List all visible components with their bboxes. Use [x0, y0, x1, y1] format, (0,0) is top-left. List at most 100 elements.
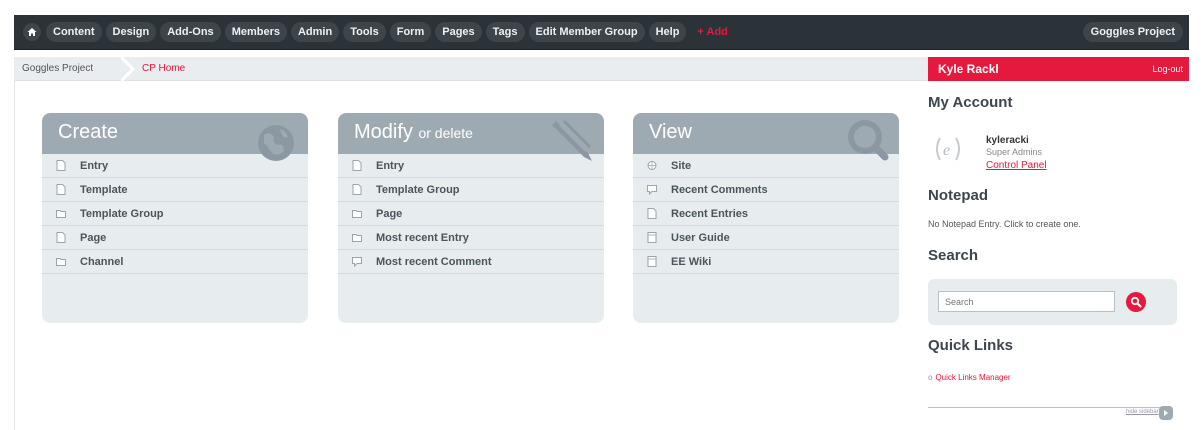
document-icon: [647, 208, 657, 219]
view-ee-wiki-label: EE Wiki: [671, 255, 712, 268]
nav-item-members[interactable]: Members: [224, 22, 287, 42]
modify-entry-label: Entry: [376, 159, 405, 172]
view-panel-header: View: [633, 113, 899, 161]
logout-link[interactable]: Log-out: [1152, 64, 1183, 74]
nav-item-design[interactable]: Design: [105, 22, 157, 42]
globe-icon: [258, 125, 294, 161]
content-left-border: [14, 81, 15, 430]
modify-template-group-item[interactable]: Template Group: [338, 178, 604, 202]
account-role: Super Admins: [986, 147, 1043, 157]
quick-links-item[interactable]: o Quick Links Manager: [928, 373, 1011, 382]
folder-icon: [352, 210, 362, 218]
search-icon: [1130, 296, 1142, 308]
modify-template-group-label: Template Group: [376, 183, 460, 196]
create-page-label: Page: [80, 231, 107, 244]
nav-item-help[interactable]: Help: [648, 22, 687, 42]
magnifier-icon: [848, 120, 889, 161]
create-template-group-label: Template Group: [80, 207, 164, 220]
document-icon: [56, 160, 66, 171]
modify-recent-entry-item[interactable]: Most recent Entry: [338, 226, 604, 250]
breadcrumb-current: CP Home: [142, 63, 186, 74]
document-icon: [352, 160, 362, 171]
globe-small-icon: [647, 161, 657, 170]
create-panel: Create Entry Template Template Group Pag…: [42, 113, 308, 323]
breadcrumb-home-link[interactable]: Goggles Project: [22, 63, 93, 74]
create-entry-label: Entry: [80, 159, 109, 172]
hide-sidebar-link[interactable]: hide sidebar: [1126, 409, 1159, 415]
user-name: Kyle Rackl: [938, 62, 999, 76]
notepad-entry[interactable]: No Notepad Entry. Click to create one.: [928, 219, 1081, 229]
create-panel-title: Create: [58, 121, 119, 143]
nav-item-add-ons[interactable]: Add-Ons: [160, 22, 221, 42]
search-button[interactable]: [1126, 292, 1146, 312]
breadcrumb-separator-icon: [121, 57, 135, 81]
modify-panel: Modify or delete Entry Template Group Pa…: [338, 113, 604, 323]
sidebar: Kyle Rackl Log-out My Account e kylerack…: [928, 57, 1189, 430]
create-page-item[interactable]: Page: [42, 226, 308, 250]
account-username: kyleracki: [986, 135, 1029, 146]
expressionengine-logo-icon: e: [936, 137, 960, 161]
document-icon: [56, 232, 66, 243]
home-button[interactable]: [23, 23, 41, 41]
top-navigation: Content Design Add-Ons Members Admin Too…: [14, 15, 1189, 50]
svg-text:e: e: [943, 142, 950, 159]
view-panel: View Site Recent Comments Recent Entries…: [633, 113, 899, 323]
hide-sidebar-button[interactable]: [1159, 406, 1173, 420]
nav-add-button[interactable]: + Add: [690, 22, 734, 42]
nav-item-form[interactable]: Form: [389, 22, 432, 42]
modify-panel-title-suffix: or delete: [418, 125, 473, 141]
modify-panel-title-main: Modify: [354, 121, 413, 143]
book-icon: [647, 256, 657, 267]
nav-item-tags[interactable]: Tags: [485, 22, 525, 42]
create-template-label: Template: [80, 183, 128, 196]
arrow-right-icon: [1164, 410, 1168, 416]
modify-page-item[interactable]: Page: [338, 202, 604, 226]
create-template-item[interactable]: Template: [42, 178, 308, 202]
view-recent-comments-item[interactable]: Recent Comments: [633, 178, 899, 202]
breadcrumb: Goggles Project CP Home: [14, 57, 928, 81]
folder-icon: [56, 210, 66, 218]
folder-icon: [352, 234, 362, 242]
create-panel-header: Create: [42, 113, 308, 161]
view-site-label: Site: [671, 159, 692, 172]
modify-panel-title: Modify or delete: [354, 121, 473, 144]
home-icon: [27, 28, 37, 36]
comment-icon: [647, 185, 657, 195]
view-user-guide-item[interactable]: User Guide: [633, 226, 899, 250]
nav-item-admin[interactable]: Admin: [290, 22, 340, 42]
nav-item-edit-member-group[interactable]: Edit Member Group: [528, 22, 645, 42]
comment-icon: [352, 257, 362, 267]
view-recent-entries-label: Recent Entries: [671, 207, 749, 220]
modify-panel-header: Modify or delete: [338, 113, 604, 161]
my-account-heading: My Account: [928, 94, 1013, 111]
nav-menu: Content Design Add-Ons Members Admin Too…: [46, 22, 735, 42]
document-icon: [352, 184, 362, 195]
create-channel-label: Channel: [80, 255, 124, 268]
quick-links-manager-link[interactable]: Quick Links Manager: [935, 373, 1010, 382]
document-icon: [56, 184, 66, 195]
modify-recent-entry-label: Most recent Entry: [376, 231, 469, 244]
search-input[interactable]: [938, 291, 1115, 312]
view-recent-entries-item[interactable]: Recent Entries: [633, 202, 899, 226]
user-bar: Kyle Rackl Log-out: [928, 57, 1189, 81]
view-panel-title: View: [649, 121, 692, 143]
nav-item-content[interactable]: Content: [46, 22, 102, 42]
create-template-group-item[interactable]: Template Group: [42, 202, 308, 226]
view-user-guide-label: User Guide: [671, 231, 730, 244]
search-box: [928, 279, 1177, 325]
modify-page-label: Page: [376, 207, 403, 220]
nav-item-tools[interactable]: Tools: [343, 22, 386, 42]
bullet-icon: o: [928, 373, 933, 382]
site-name-button[interactable]: Goggles Project: [1082, 22, 1183, 42]
create-channel-item[interactable]: Channel: [42, 250, 308, 274]
modify-recent-comment-item[interactable]: Most recent Comment: [338, 250, 604, 274]
view-ee-wiki-item[interactable]: EE Wiki: [633, 250, 899, 274]
sidebar-divider: [928, 407, 1172, 408]
search-heading: Search: [928, 247, 979, 264]
notepad-heading: Notepad: [928, 187, 988, 204]
pencil-icon: [552, 119, 592, 161]
quick-links-heading: Quick Links: [928, 337, 1014, 354]
control-panel-link[interactable]: Control Panel: [986, 160, 1047, 171]
book-icon: [647, 232, 657, 243]
nav-item-pages[interactable]: Pages: [435, 22, 482, 42]
